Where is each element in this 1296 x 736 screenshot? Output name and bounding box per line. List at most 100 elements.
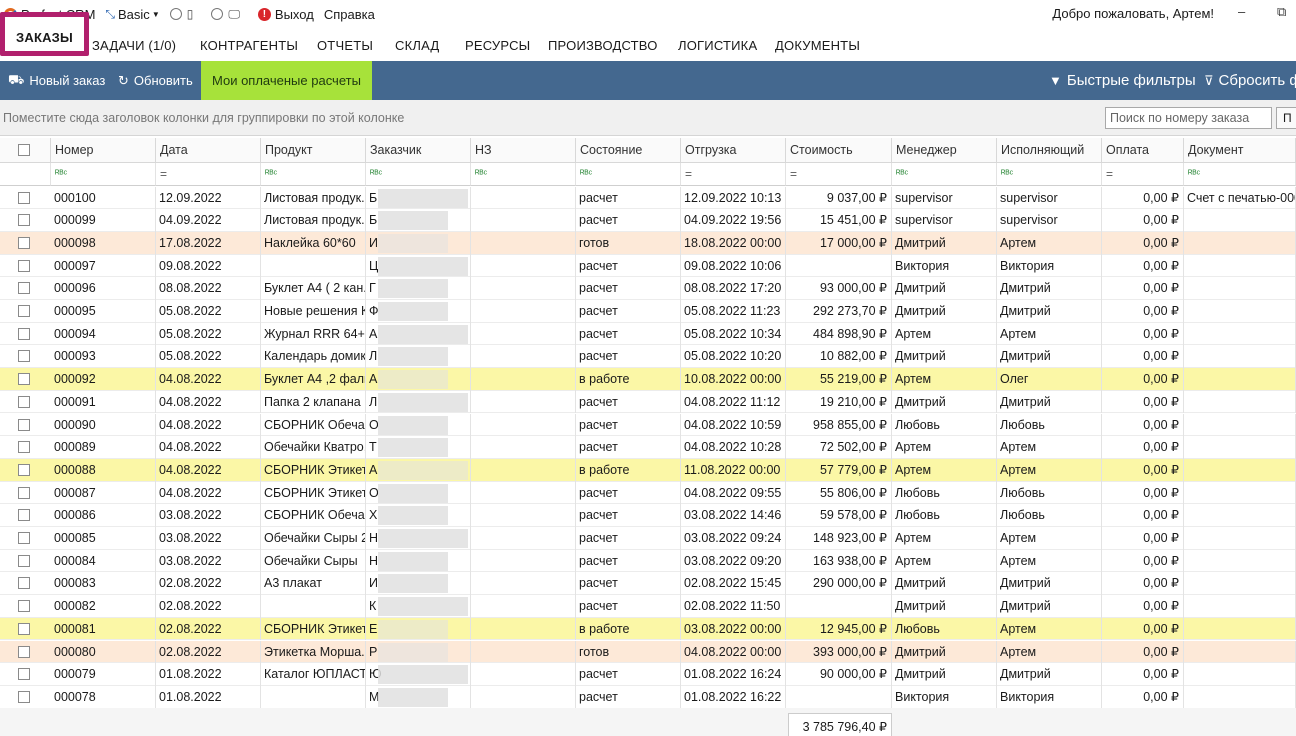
table-row[interactable]: 00008804.08.2022СБОРНИК ЭтикеткаАв работ… xyxy=(0,458,1296,482)
filter-cell-document[interactable]: ᴿᴮᶜ xyxy=(1184,163,1296,186)
column-header-product[interactable]: Продукт xyxy=(261,138,366,163)
header-select-all[interactable] xyxy=(0,138,51,163)
table-row[interactable]: 000090 04.08.2022 СБОРНИК Обеча... Орасчет 0… xyxy=(0,413,1296,437)
row-checkbox[interactable] xyxy=(18,350,30,363)
tab-orders[interactable]: ЗАКАЗЫ xyxy=(0,12,89,56)
table-row[interactable]: 00008102.08.2022СБОРНИК ЭтикеткаЕв работ… xyxy=(0,617,1296,641)
help-menu[interactable]: Справка xyxy=(324,7,375,22)
tab-logistics[interactable]: ЛОГИСТИКА xyxy=(678,38,757,53)
table-row[interactable]: 000091 04.08.2022 Папка 2 клапана Лрасчет 04… xyxy=(0,390,1296,414)
search-button[interactable]: П xyxy=(1276,107,1296,129)
column-header-nz[interactable]: НЗ xyxy=(471,138,576,163)
filter-cell-payment[interactable]: = xyxy=(1102,163,1184,186)
row-checkbox[interactable] xyxy=(18,373,30,386)
restore-button[interactable]: ⧉ xyxy=(1277,4,1286,20)
row-checkbox[interactable] xyxy=(18,690,30,703)
table-row[interactable]: 000100 12.09.2022 Листовая продук... Брасче… xyxy=(0,186,1296,210)
filter-cell-order-number[interactable]: ᴿᴮᶜ xyxy=(51,163,156,186)
row-checkbox[interactable] xyxy=(18,668,30,681)
table-row[interactable]: 00008904.08.2022Обечайки Кватро,...Трасч… xyxy=(0,436,1296,459)
table-row[interactable]: 000085 03.08.2022 Обечайки Сыры 2 Нрасчет 03… xyxy=(0,527,1296,550)
column-header-order-number[interactable]: Номер xyxy=(51,138,156,163)
radio-mobile[interactable] xyxy=(169,8,182,20)
table-row[interactable]: 000097 09.08.2022 Црасчет 09.08.2022 10:06 В… xyxy=(0,254,1296,278)
table-row[interactable]: 000094 05.08.2022 Журнал RRR 64+4 Арасчет 05… xyxy=(0,322,1296,346)
order-search-input[interactable] xyxy=(1105,107,1272,129)
tab-resources[interactable]: РЕСУРСЫ xyxy=(465,38,530,53)
table-row[interactable]: 000078 01.08.2022 Мрасчет 01.08.2022 16:22 В… xyxy=(0,685,1296,709)
column-header-document[interactable]: Документ xyxy=(1184,138,1296,163)
row-checkbox[interactable] xyxy=(18,259,30,272)
row-checkbox[interactable] xyxy=(18,441,30,454)
select-all-checkbox[interactable] xyxy=(18,144,30,156)
row-checkbox[interactable] xyxy=(18,327,30,340)
row-checkbox[interactable] xyxy=(18,236,30,249)
column-header-order-date[interactable]: Дата xyxy=(156,138,261,163)
tab-counterparties[interactable]: КОНТРАГЕНТЫ xyxy=(200,38,298,53)
row-checkbox[interactable] xyxy=(18,191,30,204)
table-row[interactable]: 000099 04.09.2022 Листовая продук... Брасче… xyxy=(0,209,1296,232)
column-header-manager[interactable]: Менеджер xyxy=(892,138,997,163)
group-panel[interactable]: Поместите сюда заголовок колонки для гру… xyxy=(0,100,1296,136)
new-order-button[interactable]: ⛟ Новый заказ xyxy=(8,61,105,100)
row-checkbox[interactable] xyxy=(18,282,30,295)
row-checkbox[interactable] xyxy=(18,622,30,635)
table-row[interactable]: 00009204.08.2022Буклет А4 ,2 фаль...Ав р… xyxy=(0,368,1296,391)
refresh-button[interactable]: ↻ Обновить xyxy=(118,61,193,100)
filter-cell-cost[interactable]: = xyxy=(786,163,892,186)
row-checkbox[interactable] xyxy=(18,600,30,613)
column-header-cost[interactable]: Стоимость xyxy=(786,138,892,163)
table-row[interactable]: 000098 17.08.2022 Наклейка 60*60 Иготов 18.0… xyxy=(0,231,1296,255)
tab-production[interactable]: ПРОИЗВОДСТВО xyxy=(548,38,658,53)
table-row[interactable]: 000079 01.08.2022 Каталог ЮПЛАСТ Юрасчет 01.… xyxy=(0,663,1296,686)
view-desktop-option[interactable]: 🖵 xyxy=(211,7,248,22)
theme-dropdown[interactable]: ⤡ Basic ▼ xyxy=(105,7,159,22)
filter-cell-executor[interactable]: ᴿᴮᶜ xyxy=(997,163,1102,186)
filter-cell-status[interactable]: ᴿᴮᶜ xyxy=(576,163,681,186)
tab-documents[interactable]: ДОКУМЕНТЫ xyxy=(775,38,860,53)
table-row[interactable]: 000080 02.08.2022 Этикетка Морша... Рготов 0… xyxy=(0,640,1296,664)
row-checkbox[interactable] xyxy=(18,418,30,431)
column-header-executor[interactable]: Исполняющий xyxy=(997,138,1102,163)
table-row[interactable]: 00009505.08.2022Новые решения К...Фрасче… xyxy=(0,300,1296,323)
table-row[interactable]: 00008704.08.2022СБОРНИК ЭтикеткаОрасчет0… xyxy=(0,481,1296,505)
filter-cell-nz[interactable]: ᴿᴮᶜ xyxy=(471,163,576,186)
reset-filters-button[interactable]: ⊽ Сбросить ф xyxy=(1204,61,1296,100)
row-checkbox[interactable] xyxy=(18,463,30,476)
row-checkbox[interactable] xyxy=(18,214,30,227)
table-row[interactable]: 000093 05.08.2022 Календарь домик Лрасчет 05… xyxy=(0,345,1296,369)
view-mobile-option[interactable]: ▯ xyxy=(169,7,202,21)
table-row[interactable]: 000082 02.08.2022 Красчет 02.08.2022 11:50 Д… xyxy=(0,595,1296,618)
exit-button[interactable]: ! Выход xyxy=(257,7,314,22)
quick-filters-button[interactable]: ▼ Быстрые фильтры xyxy=(1049,61,1196,100)
column-header-status[interactable]: Состояние xyxy=(576,138,681,163)
filter-cell-customer[interactable]: ᴿᴮᶜ xyxy=(366,163,471,186)
row-checkbox[interactable] xyxy=(18,577,30,590)
filter-cell-order-date[interactable]: = xyxy=(156,163,261,186)
tab-warehouse[interactable]: СКЛАД xyxy=(395,38,439,53)
row-checkbox[interactable] xyxy=(18,554,30,567)
row-checkbox[interactable] xyxy=(18,509,30,522)
table-row[interactable]: 000084 03.08.2022 Обечайки Сыры Нрасчет 03.0… xyxy=(0,549,1296,573)
status-cell: расчет xyxy=(576,345,681,369)
row-checkbox[interactable] xyxy=(18,486,30,499)
row-checkbox[interactable] xyxy=(18,532,30,544)
radio-desktop[interactable] xyxy=(211,8,224,20)
row-checkbox[interactable] xyxy=(18,645,30,658)
table-row[interactable]: 000086 03.08.2022 СБОРНИК Обеча... Храсчет 0… xyxy=(0,504,1296,527)
column-header-shipping-date[interactable]: Отгрузка xyxy=(681,138,786,163)
my-paid-button[interactable]: Мои оплаченые расчеты xyxy=(201,61,372,100)
column-header-payment[interactable]: Оплата xyxy=(1102,138,1184,163)
tab-tasks[interactable]: ЗАДАЧИ (1/0) xyxy=(92,38,176,53)
row-checkbox[interactable] xyxy=(18,395,30,408)
filter-cell-shipping-date[interactable]: = xyxy=(681,163,786,186)
column-header-customer[interactable]: Заказчик xyxy=(366,138,471,163)
table-row[interactable]: 000096 08.08.2022 Буклет А4 ( 2 кан... Грас… xyxy=(0,277,1296,300)
payment-cell: 0,00 ₽ xyxy=(1102,345,1184,369)
row-checkbox[interactable] xyxy=(18,305,30,317)
minimize-button[interactable]: – xyxy=(1238,4,1245,19)
filter-cell-manager[interactable]: ᴿᴮᶜ xyxy=(892,163,997,186)
tab-reports[interactable]: ОТЧЕТЫ xyxy=(317,38,373,53)
filter-cell-product[interactable]: ᴿᴮᶜ xyxy=(261,163,366,186)
table-row[interactable]: 000083 02.08.2022 А3 плакат Ирасчет 02.08.20… xyxy=(0,572,1296,596)
